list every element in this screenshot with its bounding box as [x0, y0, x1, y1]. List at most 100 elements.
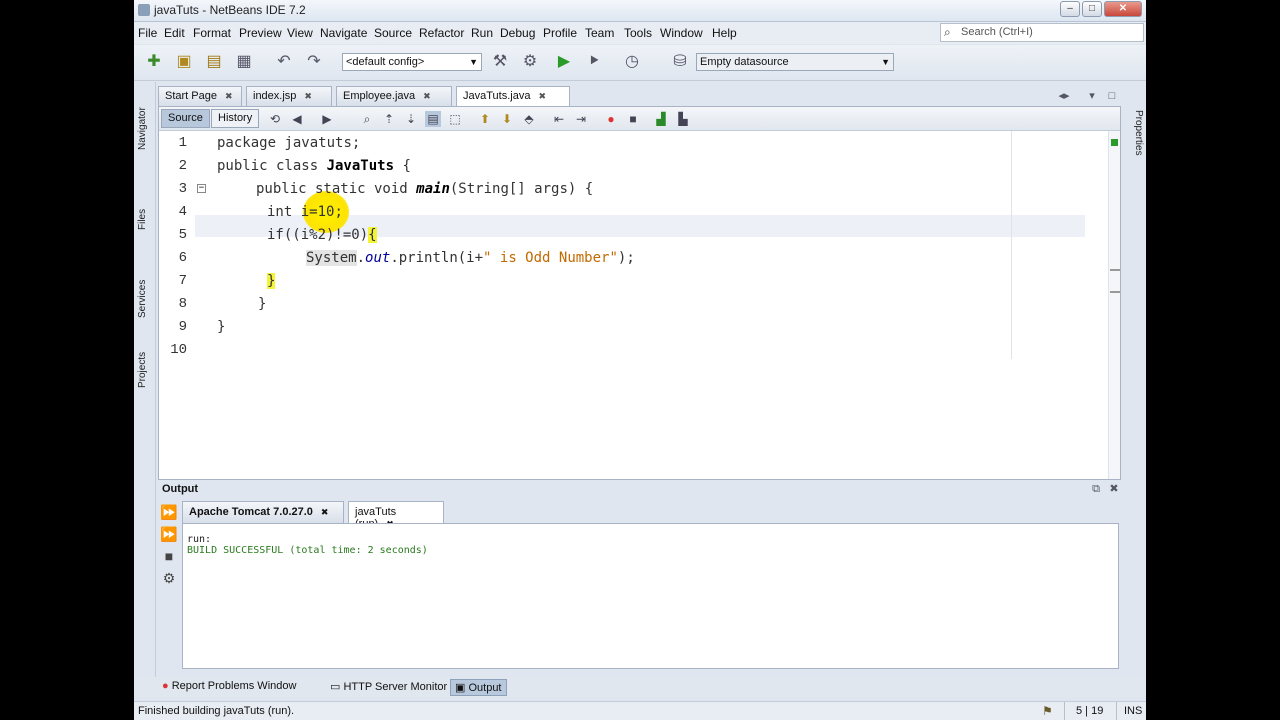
line-number: 7 — [178, 273, 187, 289]
class-name: JavaTuts — [326, 158, 395, 174]
output-console[interactable]: run: BUILD SUCCESSFUL (total time: 2 sec… — [182, 523, 1119, 669]
tab-report-problems[interactable]: ● Report Problems Window — [158, 679, 300, 696]
tab-http-server-monitor[interactable]: ▭ HTTP Server Monitor — [326, 679, 451, 696]
rerun-with-params-icon[interactable]: ⏩ — [160, 525, 178, 543]
tab-start-page[interactable]: Start Page ✖ — [158, 86, 242, 106]
menu-format[interactable]: Format — [193, 26, 231, 40]
tab-javatuts-run[interactable]: javaTuts (run)✖ — [348, 501, 444, 530]
menu-edit[interactable]: Edit — [164, 26, 185, 40]
close-icon[interactable]: ✖ — [225, 91, 233, 101]
tab-files[interactable]: Files — [137, 194, 153, 230]
datasource-select[interactable]: Empty datasource ▼ — [696, 53, 894, 71]
menu-tools[interactable]: Tools — [624, 26, 652, 40]
close-icon[interactable]: ✖ — [538, 91, 546, 101]
main-toolbar: ✚ ▣ ▤ ▦ ↶ ↷ <default config> ▼ ⚒ ⚙ ▶ ⯈ ◷… — [134, 45, 1146, 81]
menu-window[interactable]: Window — [660, 26, 703, 40]
last-edit-icon[interactable]: ⟲ — [267, 111, 283, 127]
run-icon[interactable]: ▶ — [554, 52, 574, 72]
menu-help[interactable]: Help — [712, 26, 737, 40]
redo-icon[interactable]: ↷ — [304, 52, 324, 72]
start-macro-icon[interactable]: ● — [603, 111, 619, 127]
save-all-icon[interactable]: ▦ — [234, 52, 254, 72]
minimize-icon[interactable]: – — [1060, 1, 1080, 17]
close-icon[interactable]: ✖ — [321, 507, 329, 517]
window-title: javaTuts - NetBeans IDE 7.2 — [154, 3, 306, 17]
tab-employee-java[interactable]: Employee.java ✖ — [336, 86, 452, 106]
find-icon[interactable]: ⌕ — [359, 111, 375, 127]
tab-label: Employee.java — [343, 90, 416, 102]
tab-index-jsp[interactable]: index.jsp ✖ — [246, 86, 332, 106]
scroll-tabs-icon[interactable]: ◂▸ — [1054, 86, 1074, 106]
rerun-icon[interactable]: ⏩ — [160, 503, 178, 521]
tab-properties[interactable]: Properties — [1128, 110, 1144, 180]
uncomment-icon[interactable]: ▙ — [675, 111, 691, 127]
code-text: javatuts; — [276, 135, 361, 151]
code-area[interactable]: − package javatuts; public class JavaTut… — [195, 131, 1120, 479]
tab-apache-tomcat[interactable]: Apache Tomcat 7.0.27.0 ✖ — [182, 501, 344, 523]
build-icon[interactable]: ⚒ — [490, 52, 510, 72]
menu-refactor[interactable]: Refactor — [419, 26, 464, 40]
stop-macro-icon[interactable]: ■ — [625, 111, 641, 127]
tab-navigator[interactable]: Navigator — [137, 90, 153, 150]
shift-right-icon[interactable]: ⇥ — [573, 111, 589, 127]
toggle-highlight-icon[interactable]: ▤ — [425, 111, 441, 127]
code-line-3: public static void main(String[] args) { — [256, 181, 593, 197]
close-icon[interactable]: ✖ — [423, 91, 431, 101]
history-button[interactable]: History — [211, 109, 260, 128]
search-placeholder: Search (Ctrl+I) — [961, 26, 1033, 38]
menu-team[interactable]: Team — [585, 26, 614, 40]
menu-run[interactable]: Run — [471, 26, 493, 40]
fold-icon[interactable]: − — [197, 184, 206, 193]
config-select[interactable]: <default config> ▼ — [342, 53, 482, 71]
search-input[interactable]: ⌕ Search (Ctrl+I) — [940, 23, 1144, 42]
menu-navigate[interactable]: Navigate — [320, 26, 367, 40]
next-bookmark-icon[interactable]: ⬇ — [499, 111, 515, 127]
clean-build-icon[interactable]: ⚙ — [520, 52, 540, 72]
datasource-icon: ⛁ — [673, 53, 687, 70]
previous-bookmark-icon[interactable]: ⬆ — [477, 111, 493, 127]
maximize-icon[interactable]: □ — [1082, 1, 1102, 17]
tab-javatuts-java[interactable]: JavaTuts.java ✖ — [456, 86, 570, 106]
forward-icon[interactable]: ▶ — [319, 111, 335, 127]
menu-debug[interactable]: Debug — [500, 26, 535, 40]
restore-icon[interactable]: ⧉ — [1086, 479, 1106, 499]
menu-profile[interactable]: Profile — [543, 26, 577, 40]
comment-icon[interactable]: ▟ — [653, 111, 669, 127]
netbeans-window: javaTuts - NetBeans IDE 7.2 – □ ✕ File E… — [134, 0, 1146, 720]
maximize-icon[interactable]: □ — [1102, 86, 1122, 106]
toggle-bookmark-icon[interactable]: ⬘ — [521, 111, 537, 127]
close-icon[interactable]: ✖ — [304, 91, 312, 101]
new-file-icon[interactable]: ✚ — [144, 52, 164, 72]
open-project-icon[interactable]: ▤ — [204, 52, 224, 72]
shift-left-icon[interactable]: ⇤ — [551, 111, 567, 127]
stop-icon[interactable]: ■ — [160, 547, 178, 565]
tab-services[interactable]: Services — [137, 262, 153, 318]
code-text: ((i%2)!=0) — [283, 227, 369, 243]
find-next-icon[interactable]: ⇣ — [403, 111, 419, 127]
chevron-down-icon[interactable]: ▾ — [1082, 86, 1102, 106]
close-icon[interactable]: ✖ — [1104, 479, 1124, 499]
menu-preview[interactable]: Preview — [239, 26, 282, 40]
back-icon[interactable]: ◀ — [289, 111, 305, 127]
code-editor[interactable]: Source History ⟲ ◀ ▶ ⌕ ⇡ ⇣ ▤ ⬚ ⬆ ⬇ ⬘ ⇤ ⇥… — [158, 106, 1121, 480]
code-text: . — [356, 250, 366, 266]
notification-icon[interactable]: ⚑ — [1042, 704, 1053, 718]
find-previous-icon[interactable]: ⇡ — [381, 111, 397, 127]
status-message: Finished building javaTuts (run). — [138, 705, 295, 717]
close-icon[interactable]: ✕ — [1104, 1, 1142, 17]
keyword: public class — [217, 158, 327, 174]
settings-icon[interactable]: ⚙ — [160, 569, 178, 587]
editor-error-stripe[interactable] — [1108, 131, 1120, 479]
profile-icon[interactable]: ◷ — [622, 52, 642, 72]
menu-source[interactable]: Source — [374, 26, 412, 40]
tab-output[interactable]: ▣ Output — [450, 679, 507, 696]
tab-label: Report Problems Window — [171, 680, 297, 692]
new-project-icon[interactable]: ▣ — [174, 52, 194, 72]
source-button[interactable]: Source — [161, 109, 210, 128]
rect-select-icon[interactable]: ⬚ — [447, 111, 463, 127]
tab-projects[interactable]: Projects — [137, 332, 153, 388]
debug-icon[interactable]: ⯈ — [584, 52, 604, 72]
menu-view[interactable]: View — [287, 26, 313, 40]
menu-file[interactable]: File — [138, 26, 157, 40]
undo-icon[interactable]: ↶ — [274, 52, 294, 72]
